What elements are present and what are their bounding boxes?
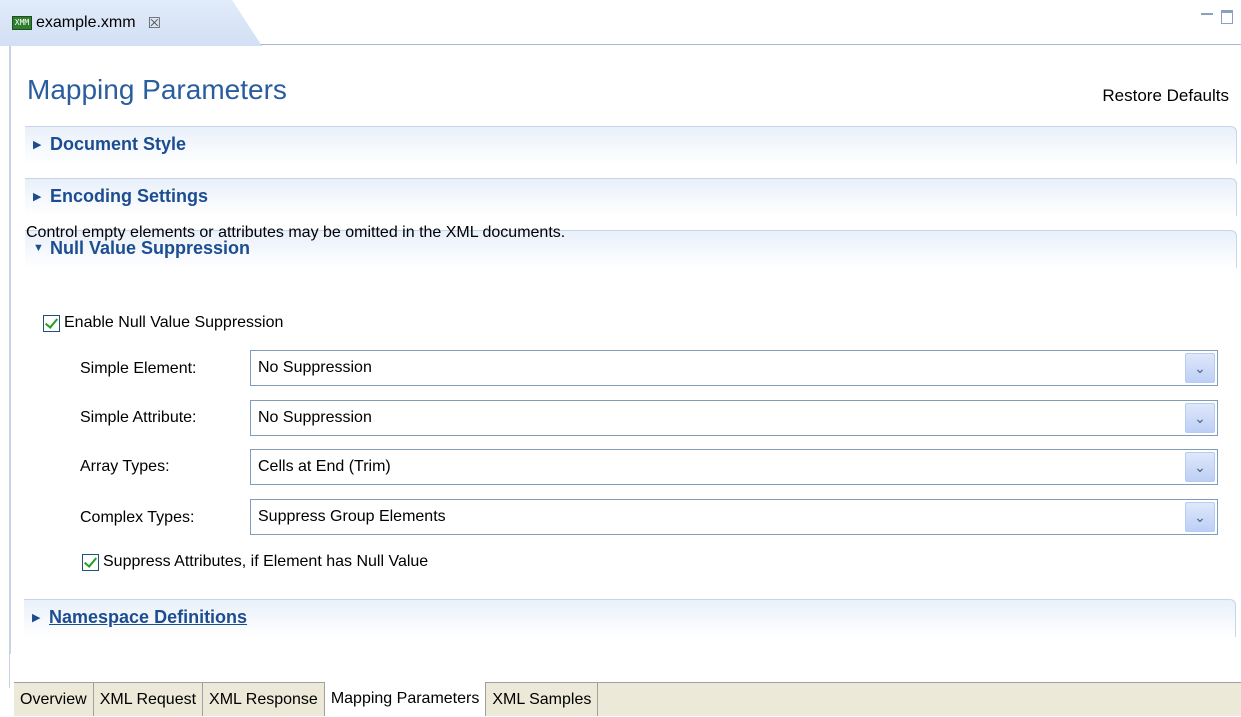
suppress-attributes-label[interactable]: Suppress Attributes, if Element has Null… [103,553,428,571]
simple-attribute-value: No Suppression [258,409,372,426]
editor-tab-title[interactable]: example.xmm [36,14,136,32]
expand-arrow-icon[interactable]: ▶ [33,138,41,151]
page-title: Mapping Parameters [27,74,287,105]
array-types-label: Array Types: [80,458,170,475]
suppress-attributes-checkbox[interactable] [82,553,99,571]
simple-element-value: No Suppression [258,359,372,376]
suppress-attributes-checkbox-row[interactable]: Suppress Attributes, if Element has Null… [82,553,428,571]
complex-types-label: Complex Types: [80,509,195,526]
xmm-file-icon: XMM [12,16,32,30]
tab-overview[interactable]: Overview [14,683,94,716]
simple-attribute-label: Simple Attribute: [80,409,197,426]
restore-defaults-link[interactable]: Restore Defaults [1102,86,1229,106]
expand-arrow-icon[interactable]: ▶ [33,190,41,203]
editor-left-border [0,46,10,688]
section-title-namespace-definitions[interactable]: Namespace Definitions [49,607,247,628]
tab-xml-samples[interactable]: XML Samples [486,683,599,716]
section-encoding-settings[interactable]: ▶ Encoding Settings [25,178,1237,216]
dropdown-arrow-icon[interactable]: ⌄ [1185,353,1215,383]
close-icon[interactable]: ☒ [148,14,161,32]
null-suppression-description: Control empty elements or attributes may… [26,224,566,241]
enable-null-suppression-checkbox-row[interactable]: Enable Null Value Suppression [43,314,283,332]
maximize-icon[interactable] [1221,10,1233,24]
tab-xml-request[interactable]: XML Request [93,683,204,716]
complex-types-value: Suppress Group Elements [258,508,446,525]
section-title-encoding-settings[interactable]: Encoding Settings [50,186,208,207]
collapse-arrow-icon[interactable]: ▼ [33,242,44,254]
editor-tab-bar: XMM example.xmm ☒ [0,0,1241,46]
simple-element-label: Simple Element: [80,360,197,377]
tab-mapping-parameters[interactable]: Mapping Parameters [324,682,487,716]
simple-element-select[interactable]: No Suppression ⌄ [250,350,1218,386]
editor-tab[interactable]: XMM example.xmm ☒ [0,0,262,46]
dropdown-arrow-icon[interactable]: ⌄ [1185,403,1215,433]
simple-attribute-select[interactable]: No Suppression ⌄ [250,400,1218,436]
array-types-select[interactable]: Cells at End (Trim) ⌄ [250,449,1218,485]
tab-xml-response[interactable]: XML Response [203,683,325,716]
dropdown-arrow-icon[interactable]: ⌄ [1185,452,1215,482]
minimize-icon[interactable] [1201,13,1213,25]
complex-types-select[interactable]: Suppress Group Elements ⌄ [250,499,1218,535]
enable-null-suppression-label[interactable]: Enable Null Value Suppression [64,314,283,332]
dropdown-arrow-icon[interactable]: ⌄ [1185,502,1215,532]
expand-arrow-icon[interactable]: ▶ [32,611,40,624]
enable-null-suppression-checkbox[interactable] [43,314,60,332]
section-namespace-definitions[interactable]: ▶ Namespace Definitions [24,599,1236,637]
editor-page-tabs: Overview XML Request XML Response Mappin… [14,682,1241,716]
array-types-value: Cells at End (Trim) [258,458,391,475]
section-title-document-style[interactable]: Document Style [50,134,186,155]
section-document-style[interactable]: ▶ Document Style [25,126,1237,164]
